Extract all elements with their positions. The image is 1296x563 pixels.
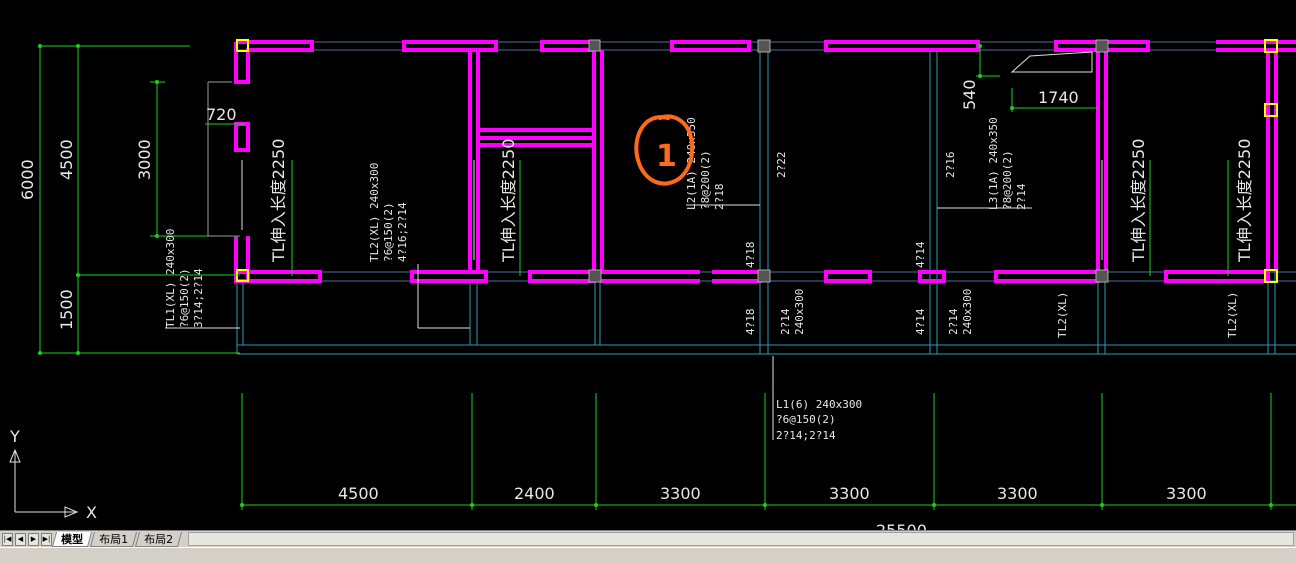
bottom-dimensions: 4500 2400 3300 3300 3300 3300 25500 [240, 393, 1296, 530]
dim-6000: 6000 [18, 159, 37, 200]
rebar-r2: 2?16 [944, 152, 957, 179]
dim-bottom-5: 3300 [997, 484, 1038, 503]
rebar-r6: 4?14 [914, 308, 927, 335]
beam-l1-line3: 2?14;2?14 [776, 429, 836, 442]
dim-1500: 1500 [57, 289, 76, 330]
cad-viewport[interactable]: 6000 4500 1500 3000 720 TL伸入长度2250 TL伸入长… [0, 0, 1296, 530]
beam-l1-line2: ?6@150(2) [776, 413, 836, 426]
dim-bottom-1: 4500 [338, 484, 379, 503]
dim-bottom-3: 3300 [660, 484, 701, 503]
rebar-r3: 4?18 [744, 242, 757, 269]
beam-tl2-line1: TL2(XL) 240x300 [368, 163, 381, 262]
beam-tl1-line3: 3?14;2?14 [192, 268, 205, 328]
ucs-x-label: X [86, 503, 97, 522]
ucs-y-label: Y [9, 427, 20, 446]
dim-540: 540 [960, 79, 979, 110]
rebar-r4: 4?14 [914, 241, 927, 268]
beam-tl2-line2: ?6@150(2) [382, 202, 395, 262]
nav-next-button[interactable]: ▶ [28, 532, 39, 546]
dim-bottom-2: 2400 [514, 484, 555, 503]
beam-small-a-line1: 2?14 [779, 308, 792, 335]
beam-small-a-line2: 240x300 [793, 289, 806, 335]
horizontal-scrollbar[interactable] [188, 532, 1294, 546]
dim-3000: 3000 [135, 139, 154, 180]
beam-l3-line1: L3(1A) 240x350 [987, 117, 1000, 210]
beam-small-b-line1: 2?14 [947, 308, 960, 335]
rebar-r1: 2?22 [775, 152, 788, 179]
beam-l3-line3: 2?14 [1015, 183, 1028, 210]
cad-drawing-canvas[interactable]: 6000 4500 1500 3000 720 TL伸入长度2250 TL伸入长… [0, 0, 1296, 530]
beam-tl2-line3: 4?16;2?14 [396, 202, 409, 262]
dim-1740: 1740 [1038, 88, 1079, 107]
tl2xl-label-1: TL2(XL) [1056, 292, 1069, 338]
tab-layout2[interactable]: 布局2 [134, 531, 183, 547]
dim-4500-vertical: 4500 [57, 139, 76, 180]
ucs-icon: Y X [9, 427, 97, 522]
dim-bottom-6: 3300 [1166, 484, 1207, 503]
beam-l2-line2: ?8@200(2) [699, 150, 712, 210]
dim-720: 720 [206, 105, 237, 124]
stair-label-4: TL伸入长度2250 [1235, 139, 1254, 263]
tab-layout1[interactable]: 布局1 [89, 531, 138, 547]
beam-l1-line1: L1(6) 240x300 [776, 398, 862, 411]
annotation-number: 1 [656, 139, 677, 174]
beam-l2-line3: 2?18 [713, 184, 726, 211]
beam-small-b-line2: 240x300 [961, 289, 974, 335]
nav-last-button[interactable]: ▶| [41, 532, 52, 546]
stair-label-2: TL伸入长度2250 [499, 139, 518, 263]
tl2xl-label-2: TL2(XL) [1226, 292, 1239, 338]
rebar-r5: 4?18 [744, 309, 757, 336]
top-right-dimensions: 540 1740 [960, 44, 1098, 112]
beam-tl1-line1: TL1(XL) 240x300 [164, 229, 177, 328]
status-bar [0, 547, 1296, 563]
beam-l3-line2: ?8@200(2) [1001, 150, 1014, 210]
left-dimensions: 6000 4500 1500 3000 720 [18, 44, 245, 355]
hand-annotation-circle: 1 [634, 114, 695, 186]
layout-tab-bar: |◀ ◀ ▶ ▶| 模型 布局1 布局2 [0, 530, 1296, 547]
nav-first-button[interactable]: |◀ [2, 532, 13, 546]
stair-label-1: TL伸入长度2250 [269, 139, 288, 263]
dim-bottom-4: 3300 [829, 484, 870, 503]
beam-tl1-line2: ?6@150(2) [178, 268, 191, 328]
tab-model[interactable]: 模型 [51, 531, 93, 547]
stair-label-3: TL伸入长度2250 [1129, 139, 1148, 263]
dim-bottom-total: 25500 [876, 521, 927, 530]
nav-prev-button[interactable]: ◀ [15, 532, 26, 546]
